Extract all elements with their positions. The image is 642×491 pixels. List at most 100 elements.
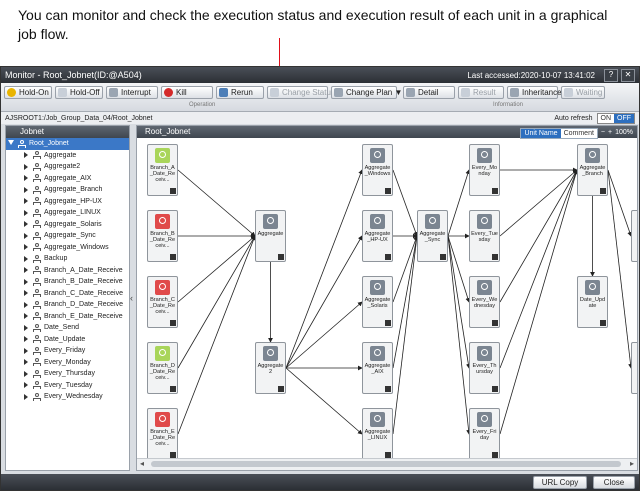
scroll-left-icon[interactable]: ◂: [140, 459, 144, 468]
splitter-collapse-icon[interactable]: ‹: [130, 293, 133, 303]
expand-right-icon[interactable]: [24, 393, 28, 400]
job-unit-thu[interactable]: Every_Thursday: [469, 342, 500, 394]
expand-right-icon[interactable]: [24, 244, 28, 251]
flow-arrow: [392, 169, 418, 237]
tree-item[interactable]: Branch_E_Date_Receive: [6, 311, 129, 323]
expand-right-icon[interactable]: [24, 382, 28, 389]
job-unit-sync[interactable]: Aggregate_Sync: [417, 210, 448, 262]
comment-option[interactable]: Comment: [560, 128, 597, 138]
jobnet-icon: [155, 346, 170, 361]
tree-item[interactable]: Every_Tuesday: [6, 380, 129, 392]
job-unit-r1[interactable]: [631, 210, 637, 262]
rerun-button[interactable]: Rerun: [216, 86, 264, 99]
expand-right-icon[interactable]: [24, 209, 28, 216]
job-unit-bC[interactable]: Branch_C_Date_Receiv...: [147, 276, 178, 328]
job-unit-agg[interactable]: Aggregate: [255, 210, 286, 262]
job-unit-agg2[interactable]: Aggregate2: [255, 342, 286, 394]
expand-right-icon[interactable]: [24, 313, 28, 320]
unit-name-option[interactable]: Unit Name: [521, 128, 561, 138]
expand-right-icon[interactable]: [24, 175, 28, 182]
job-unit-wed[interactable]: Every_Wednesday: [469, 276, 500, 328]
hold-on-button[interactable]: Hold-On: [4, 86, 52, 99]
change-status-button[interactable]: Change Status: [267, 86, 335, 99]
tree-item[interactable]: Aggregate_Windows: [6, 242, 129, 254]
tree-item[interactable]: Aggregate_HP-UX: [6, 196, 129, 208]
expand-right-icon[interactable]: [24, 347, 28, 354]
url-copy-button[interactable]: URL Copy: [533, 476, 587, 489]
jobnet-icon: [33, 243, 41, 252]
job-unit-aix[interactable]: Aggregate_AIX: [362, 342, 393, 394]
tree-item-label: Root_Jobnet: [29, 140, 69, 147]
help-button[interactable]: ?: [604, 68, 618, 82]
job-unit-upd[interactable]: Date_Update: [577, 276, 608, 328]
tree-item[interactable]: Every_Monday: [6, 357, 129, 369]
expand-right-icon[interactable]: [24, 232, 28, 239]
expand-right-icon[interactable]: [24, 290, 28, 297]
tree-item[interactable]: Every_Friday: [6, 345, 129, 357]
job-unit-bA[interactable]: Branch_A_Date_Receiv...: [147, 144, 178, 196]
tree-item[interactable]: Branch_B_Date_Receive: [6, 276, 129, 288]
change-plan-button[interactable]: Change Plan ▼: [331, 86, 402, 99]
kill-button[interactable]: Kill: [161, 86, 213, 99]
expand-right-icon[interactable]: [24, 186, 28, 193]
tree-item[interactable]: Branch_C_Date_Receive: [6, 288, 129, 300]
tree-item[interactable]: Branch_A_Date_Receive: [6, 265, 129, 277]
expand-right-icon[interactable]: [24, 336, 28, 343]
tree-item[interactable]: Branch_D_Date_Receive: [6, 299, 129, 311]
job-unit-fri[interactable]: Every_Friday: [469, 408, 500, 460]
horizontal-scrollbar[interactable]: ◂ ▸: [137, 458, 637, 470]
expand-right-icon[interactable]: [24, 267, 28, 274]
tree-item[interactable]: Every_Wednesday: [6, 391, 129, 403]
tree-item[interactable]: Aggregate_Sync: [6, 230, 129, 242]
expand-right-icon[interactable]: [24, 370, 28, 377]
job-unit-bD[interactable]: Branch_D_Date_Receiv...: [147, 342, 178, 394]
scroll-right-icon[interactable]: ▸: [630, 459, 634, 468]
interrupt-button[interactable]: Interrupt: [106, 86, 158, 99]
job-unit-branch[interactable]: Aggregate_Branch: [577, 144, 608, 196]
inheritance-button[interactable]: Inheritance: [507, 86, 562, 99]
auto-refresh-off[interactable]: OFF: [614, 113, 634, 123]
tree-item[interactable]: Aggregate_LINUX: [6, 207, 129, 219]
hold-off-label: Hold-Off: [70, 88, 100, 97]
auto-refresh-on[interactable]: ON: [597, 113, 614, 123]
job-unit-tue[interactable]: Every_Tuesday: [469, 210, 500, 262]
expand-right-icon[interactable]: [24, 163, 28, 170]
job-unit-mon[interactable]: Every_Monday: [469, 144, 500, 196]
expand-right-icon[interactable]: [24, 221, 28, 228]
close-window-button[interactable]: ✕: [621, 68, 635, 82]
hold-off-button[interactable]: Hold-Off: [55, 86, 103, 99]
auto-refresh-toggle[interactable]: ON OFF: [596, 112, 635, 124]
tree-item[interactable]: Aggregate2: [6, 161, 129, 173]
path-bar: AJSROOT1:/Job_Group_Data_04/Root_Jobnet …: [1, 112, 639, 124]
expand-right-icon[interactable]: [24, 278, 28, 285]
expand-right-icon[interactable]: [24, 359, 28, 366]
close-button[interactable]: Close: [593, 476, 635, 489]
tree-item[interactable]: Aggregate: [6, 150, 129, 162]
expand-down-icon[interactable]: [8, 139, 14, 148]
job-unit-bB[interactable]: Branch_B_Date_Receiv...: [147, 210, 178, 262]
tree-item[interactable]: Date_Update: [6, 334, 129, 346]
expand-right-icon[interactable]: [24, 301, 28, 308]
display-mode-toggle[interactable]: Unit Name Comment: [520, 127, 598, 139]
expand-right-icon[interactable]: [24, 198, 28, 205]
job-unit-r2[interactable]: [631, 342, 637, 394]
expand-right-icon[interactable]: [24, 255, 28, 262]
tree-item[interactable]: Date_Send: [6, 322, 129, 334]
tree-item[interactable]: Aggregate_Branch: [6, 184, 129, 196]
job-unit-hp[interactable]: Aggregate_HP-UX: [362, 210, 393, 262]
job-unit-win[interactable]: Aggregate_Windows: [362, 144, 393, 196]
detail-button[interactable]: Detail: [403, 86, 455, 99]
tree-item[interactable]: Aggregate_AIX: [6, 173, 129, 185]
tree-item[interactable]: Backup: [6, 253, 129, 265]
job-unit-sol[interactable]: Aggregate_Solaris: [362, 276, 393, 328]
job-unit-bE[interactable]: Branch_E_Date_Receiv...: [147, 408, 178, 460]
tree-item[interactable]: Every_Thursday: [6, 368, 129, 380]
expand-right-icon[interactable]: [24, 324, 28, 331]
expand-right-icon[interactable]: [24, 152, 28, 159]
waiting-button[interactable]: Waiting: [561, 86, 605, 99]
tree-item-root[interactable]: Root_Jobnet: [6, 138, 129, 150]
job-unit-lin[interactable]: Aggregate_LINUX: [362, 408, 393, 460]
result-button[interactable]: Result: [458, 86, 504, 99]
scroll-thumb[interactable]: [151, 461, 621, 467]
tree-item[interactable]: Aggregate_Solaris: [6, 219, 129, 231]
